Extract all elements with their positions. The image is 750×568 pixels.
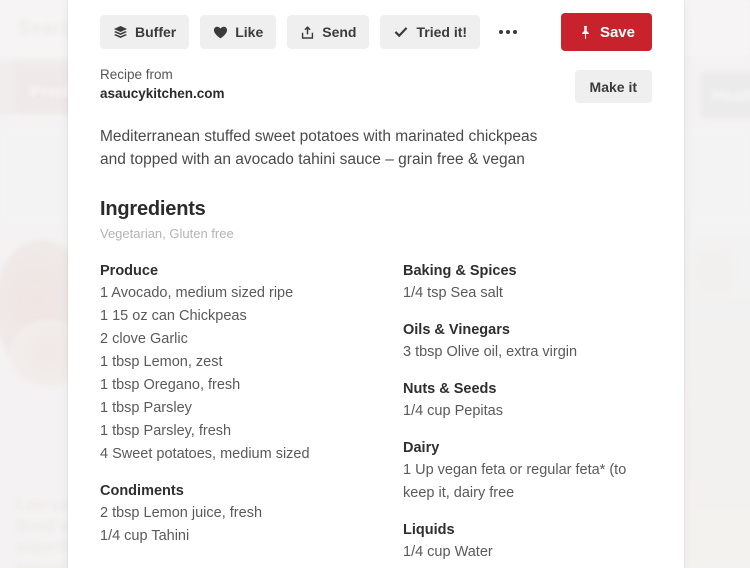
check-icon <box>393 25 409 40</box>
ingredient-group: Dairy 1 Up vegan feta or regular feta* (t… <box>403 440 652 505</box>
ingredient-item: 1 tbsp Lemon, zest <box>100 354 223 370</box>
tried-it-button[interactable]: Tried it! <box>380 15 481 49</box>
ingredient-item: 1/4 cup Tahini <box>100 528 190 544</box>
pin-action-bar: Buffer Like Send Tried it! Save <box>100 0 652 56</box>
ingredient-item: 3 tbsp Olive oil, extra virgin <box>403 344 578 360</box>
diet-tags: Vegetarian, Gluten free <box>100 226 234 241</box>
buffer-button-label: Buffer <box>135 24 177 40</box>
ingredient-item: 1 tbsp Parsley, fresh <box>100 423 232 439</box>
ingredient-item: 1/4 cup Water <box>403 544 493 560</box>
ingredients-column: Produce 1 Avocado, medium sized ripe 1 15 … <box>100 263 376 564</box>
like-button[interactable]: Like <box>200 15 277 49</box>
ingredient-group: Produce 1 Avocado, medium sized ripe 1 15 … <box>100 263 376 466</box>
ingredients-column: Baking & Spices 1/4 tsp Sea salt Oils & Vi… <box>376 263 652 564</box>
tried-it-button-label: Tried it! <box>416 24 468 40</box>
ingredient-item: 1 Up vegan feta or regular feta* (to kee… <box>403 462 627 501</box>
ingredient-item: 1/4 cup Pepitas <box>403 403 503 419</box>
ingredient-group-title: Produce <box>100 263 159 279</box>
pin-detail-card: Buffer Like Send Tried it! Save Recipe f… <box>68 0 684 568</box>
heart-icon <box>213 25 228 40</box>
send-button[interactable]: Send <box>287 15 370 49</box>
share-upload-icon <box>300 25 315 40</box>
ingredient-group: Oils & Vinegars 3 tbsp Olive oil, extra v… <box>403 322 652 364</box>
recipe-source-prefix: Recipe from <box>100 67 173 82</box>
pin-icon <box>578 25 593 40</box>
ingredient-item: 1/4 tsp Sea salt <box>403 285 503 301</box>
buffer-button[interactable]: Buffer <box>100 15 190 49</box>
ingredient-item: 1 Avocado, medium sized ripe <box>100 285 294 301</box>
ingredient-group-title: Dairy <box>403 440 440 456</box>
ingredient-group: Condiments 2 tbsp Lemon juice, fresh 1/4 c… <box>100 483 376 548</box>
ingredient-group-title: Oils & Vinegars <box>403 322 510 338</box>
ingredient-item: 1 tbsp Oregano, fresh <box>100 377 241 393</box>
send-button-label: Send <box>322 24 357 40</box>
ingredient-group: Nuts & Seeds 1/4 cup Pepitas <box>403 381 652 423</box>
ingredient-group-title: Liquids <box>403 522 455 538</box>
ingredient-group: Liquids 1/4 cup Water <box>403 522 652 564</box>
make-it-button[interactable]: Make it <box>574 70 652 103</box>
save-button[interactable]: Save <box>560 13 652 51</box>
ingredient-group-title: Condiments <box>100 483 184 499</box>
more-options-button[interactable] <box>491 15 525 49</box>
backdrop-right-tile-dot <box>690 248 738 296</box>
recipe-source-row: Recipe from asaucykitchen.com Make it <box>100 66 652 103</box>
ingredient-item: 1 tbsp Parsley <box>100 400 192 416</box>
pin-description: Mediterranean stuffed sweet potatoes wit… <box>100 128 538 168</box>
like-button-label: Like <box>235 24 264 40</box>
ingredient-group: Baking & Spices 1/4 tsp Sea salt <box>403 263 652 305</box>
ingredients-heading: Ingredients <box>100 198 206 220</box>
ingredient-item: 1 15 oz can Chickpeas <box>100 308 247 324</box>
ingredient-group-title: Nuts & Seeds <box>403 381 497 397</box>
ingredients-columns: Produce 1 Avocado, medium sized ripe 1 15 … <box>100 263 652 564</box>
ingredient-item: 2 clove Garlic <box>100 331 188 347</box>
ingredient-group-title: Baking & Spices <box>403 263 517 279</box>
ingredient-item: 4 Sweet potatoes, medium sized <box>100 446 310 462</box>
ellipsis-icon <box>499 30 518 34</box>
layers-icon <box>113 25 128 40</box>
recipe-source: Recipe from asaucykitchen.com <box>100 66 225 103</box>
save-button-label: Save <box>599 23 635 41</box>
ingredient-item: 2 tbsp Lemon juice, fresh <box>100 505 263 521</box>
recipe-source-domain-link[interactable]: asaucykitchen.com <box>100 86 225 101</box>
backdrop-chip-health-label: Health <box>712 86 750 105</box>
